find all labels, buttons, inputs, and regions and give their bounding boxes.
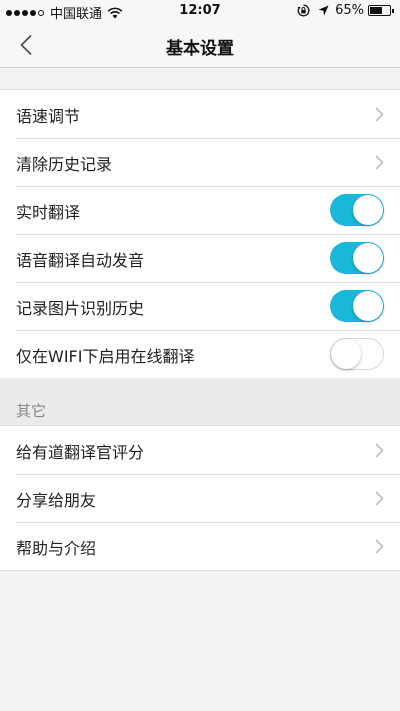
setting-label: 清除历史记录 <box>16 155 113 174</box>
wifi-only-toggle[interactable] <box>330 338 384 370</box>
rotation-lock-icon <box>297 4 310 17</box>
setting-label: 语音翻译自动发音 <box>16 251 145 270</box>
setting-label: 记录图片识别历史 <box>16 299 145 318</box>
location-arrow-icon <box>318 5 329 16</box>
setting-row-clear-history[interactable]: 清除历史记录 <box>0 138 400 186</box>
setting-row-speech-speed[interactable]: 语速调节 <box>0 90 400 138</box>
battery-fill <box>370 7 383 14</box>
setting-row-realtime-translate: 实时翻译 <box>0 186 400 234</box>
page-title: 基本设置 <box>166 39 234 59</box>
chevron-right-icon <box>375 539 384 554</box>
section-header-others: 其它 <box>0 378 400 426</box>
others-item-label: 帮助与介绍 <box>16 539 97 558</box>
others-item-label: 给有道翻译官评分 <box>16 443 145 462</box>
others-item-label: 分享给朋友 <box>16 491 97 510</box>
others-item-rate[interactable]: 给有道翻译官评分 <box>0 426 400 474</box>
chevron-right-icon <box>375 155 384 170</box>
others-item-share[interactable]: 分享给朋友 <box>0 474 400 522</box>
section-title: 其它 <box>16 402 47 420</box>
chevron-right-icon <box>375 491 384 506</box>
others-item-help[interactable]: 帮助与介绍 <box>0 522 400 570</box>
setting-row-image-history: 记录图片识别历史 <box>0 282 400 330</box>
realtime-translate-toggle[interactable] <box>330 194 384 226</box>
setting-row-wifi-only: 仅在WIFI下启用在线翻译 <box>0 330 400 378</box>
setting-label: 仅在WIFI下启用在线翻译 <box>16 347 195 366</box>
chevron-right-icon <box>375 107 384 122</box>
status-bar: 中国联通 12:07 65% <box>0 0 400 22</box>
image-history-toggle[interactable] <box>330 290 384 322</box>
auto-pronounce-toggle[interactable] <box>330 242 384 274</box>
battery-icon <box>368 5 394 16</box>
navigation-bar: 基本设置 <box>0 22 400 68</box>
status-bar-right: 65% <box>297 3 394 18</box>
setting-row-auto-pronounce: 语音翻译自动发音 <box>0 234 400 282</box>
others-group: 给有道翻译官评分 分享给朋友 帮助与介绍 <box>0 425 400 571</box>
settings-group: 语速调节 清除历史记录 实时翻译 语音翻译自动发音 记录图片识别历史 仅在WIF… <box>0 89 400 379</box>
setting-label: 语速调节 <box>16 107 81 126</box>
battery-percent: 65% <box>335 3 364 18</box>
chevron-right-icon <box>375 443 384 458</box>
setting-label: 实时翻译 <box>16 203 81 222</box>
